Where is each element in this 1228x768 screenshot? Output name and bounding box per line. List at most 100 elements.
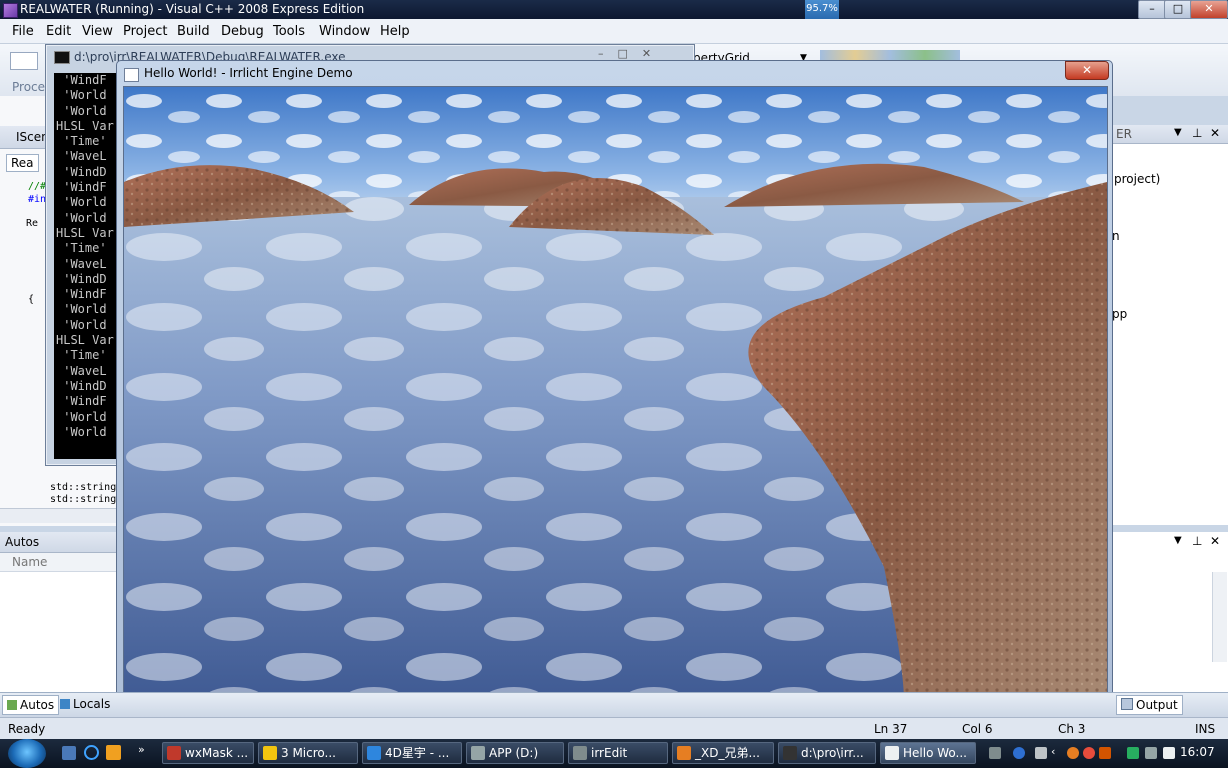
taskbar-button[interactable]: irrEdit: [568, 742, 668, 764]
chevron-right-icon[interactable]: »: [138, 743, 145, 756]
antivirus-icon[interactable]: [1083, 747, 1095, 759]
taskbar-button[interactable]: _XD_兄弟...: [672, 742, 774, 764]
irrlicht-close-button[interactable]: ✕: [1065, 61, 1109, 80]
status-char: Ch 3: [1058, 722, 1086, 736]
ime-icon[interactable]: [1127, 747, 1139, 759]
output-icon: [1121, 698, 1133, 710]
solution-explorer-pane: ER ▼ ⊥ ✕ project) n pp: [1112, 125, 1228, 525]
vertical-scrollbar[interactable]: [1212, 572, 1227, 662]
editor-subtab[interactable]: Rea: [6, 154, 39, 172]
tree-item[interactable]: n: [1112, 229, 1120, 243]
menu-help[interactable]: Help: [380, 24, 410, 39]
help-icon[interactable]: [1013, 747, 1025, 759]
close-icon[interactable]: ✕: [1210, 534, 1220, 548]
tab-output[interactable]: Output: [1116, 695, 1183, 715]
menu-build[interactable]: Build: [177, 24, 210, 39]
menu-project[interactable]: Project: [123, 24, 167, 39]
taskbar-button-label: _XD_兄弟...: [695, 746, 760, 760]
taskbar-button-label: 4D星宇 - ...: [385, 746, 450, 760]
autos-title: Autos: [5, 535, 40, 549]
app-icon: [573, 746, 587, 760]
status-bar: Ready Ln 37 Col 6 Ch 3 INS: [0, 717, 1228, 740]
autos-icon: [7, 700, 17, 710]
taskbar-button-label: 3 Micro...: [281, 746, 336, 760]
water-terrain-render: [124, 87, 1107, 701]
ide-title: REALWATER (Running) - Visual C++ 2008 Ex…: [20, 2, 365, 16]
taskbar-button-label: Hello Wo...: [903, 746, 967, 760]
debug-tab-strip: Autos Locals Output: [0, 692, 1228, 718]
taskbar-button[interactable]: d:\pro\irr...: [778, 742, 876, 764]
status-line: Ln 37: [874, 722, 908, 736]
code-line: {: [28, 294, 35, 305]
app-icon: [167, 746, 181, 760]
taskbar-button[interactable]: Hello Wo...: [880, 742, 976, 764]
app-icon: [263, 746, 277, 760]
taskbar-clock[interactable]: 16:07: [1180, 745, 1215, 759]
ide-title-bar: REALWATER (Running) - Visual C++ 2008 Ex…: [0, 0, 1228, 34]
irrlicht-title: Hello World! - Irrlicht Engine Demo: [144, 66, 353, 80]
output-header: ▼ ⊥ ✕: [1112, 532, 1228, 552]
name-column: Name: [12, 555, 48, 569]
menu-debug[interactable]: Debug: [221, 24, 264, 39]
app-icon: [783, 746, 797, 760]
tab-locals[interactable]: Locals: [56, 695, 114, 713]
chevron-left-icon[interactable]: ‹: [1051, 745, 1063, 758]
menu-window[interactable]: Window: [319, 24, 370, 39]
media-player-icon[interactable]: [106, 745, 121, 760]
network-status-icon[interactable]: [1145, 747, 1157, 759]
close-icon[interactable]: ✕: [1210, 126, 1220, 140]
volume-icon[interactable]: [1163, 747, 1175, 759]
horizontal-scrollbar[interactable]: [0, 508, 116, 523]
tray-app-icon[interactable]: [1067, 747, 1079, 759]
tab-output-label: Output: [1136, 698, 1178, 712]
taskbar-button[interactable]: 4D星宇 - ...: [362, 742, 462, 764]
new-item-button[interactable]: [10, 52, 38, 70]
menu-edit[interactable]: Edit: [46, 24, 71, 39]
taskbar-button-label: irrEdit: [591, 746, 628, 760]
code-line: std::string: [50, 482, 117, 493]
keyboard-icon[interactable]: [989, 747, 1001, 759]
taskbar-button[interactable]: wxMask ...: [162, 742, 254, 764]
chevron-down-icon[interactable]: ▼: [1174, 127, 1182, 138]
3d-scene-viewport[interactable]: [123, 86, 1108, 702]
autos-column-header[interactable]: Name: [0, 553, 116, 572]
minimize-button[interactable]: –: [1138, 0, 1166, 19]
tree-item[interactable]: pp: [1112, 307, 1127, 321]
autos-pane: Autos Name: [0, 532, 116, 692]
show-desktop-icon[interactable]: [62, 746, 76, 760]
tree-item[interactable]: project): [1114, 172, 1160, 186]
maximize-button[interactable]: □: [1164, 0, 1192, 19]
code-line: //#: [28, 181, 47, 192]
taskbar-button[interactable]: 3 Micro...: [258, 742, 358, 764]
menu-view[interactable]: View: [82, 24, 113, 39]
tray-app-icon[interactable]: [1099, 747, 1111, 759]
tab-autos[interactable]: Autos: [2, 695, 60, 715]
percent-value: 95.7%: [806, 3, 838, 14]
pane-header-text: ER: [1116, 127, 1132, 141]
pin-icon[interactable]: ⊥: [1192, 534, 1202, 548]
editor-tab[interactable]: IScen: [16, 130, 49, 144]
taskbar-button-label: d:\pro\irr...: [801, 746, 864, 760]
pin-icon[interactable]: ⊥: [1192, 126, 1202, 140]
menu-bar: File Edit View Project Build Debug Tools…: [0, 19, 1228, 44]
chevron-down-icon[interactable]: ▼: [1174, 535, 1182, 546]
app-icon: [885, 746, 899, 760]
locals-icon: [60, 699, 70, 709]
visual-studio-icon: [3, 3, 18, 18]
close-button[interactable]: ✕: [1190, 0, 1228, 19]
tab-locals-label: Locals: [73, 697, 111, 711]
start-button[interactable]: [8, 739, 46, 768]
menu-tools[interactable]: Tools: [273, 24, 305, 39]
code-line: #in: [28, 194, 47, 205]
menu-file[interactable]: File: [12, 24, 34, 39]
console-icon: [54, 51, 70, 64]
internet-explorer-icon[interactable]: [84, 745, 99, 760]
tab-autos-label: Autos: [20, 698, 55, 712]
irrlicht-window[interactable]: Hello World! - Irrlicht Engine Demo ✕: [116, 60, 1113, 707]
status-insert-mode: INS: [1195, 722, 1216, 736]
taskbar-button[interactable]: APP (D:): [466, 742, 564, 764]
status-ready: Ready: [8, 722, 46, 736]
network-icon[interactable]: [1035, 747, 1047, 759]
status-column: Col 6: [962, 722, 993, 736]
code-line: Re: [26, 218, 39, 229]
